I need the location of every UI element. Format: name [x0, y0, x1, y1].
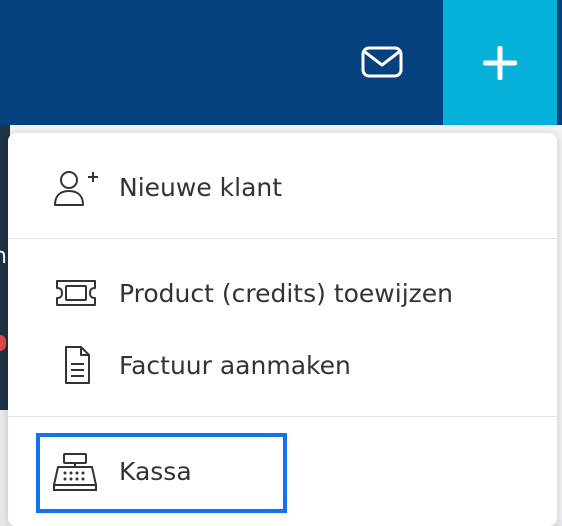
menu-item-label: Product (credits) toewijzen: [119, 279, 453, 308]
ticket-icon: [52, 273, 100, 313]
header-edge: [557, 0, 562, 125]
menu-item-cash-register[interactable]: Kassa: [8, 439, 557, 505]
menu-divider: [8, 238, 557, 239]
menu-item-create-invoice[interactable]: Factuur aanmaken: [8, 333, 557, 399]
add-new-button[interactable]: [443, 0, 557, 125]
menu-item-label: Factuur aanmaken: [119, 351, 351, 380]
messages-button[interactable]: [356, 40, 408, 84]
menu-item-new-client[interactable]: Nieuwe klant: [8, 155, 557, 221]
menu-item-label: Kassa: [119, 457, 192, 486]
add-new-dropdown-menu: Nieuwe klant Product (credits) toewijzen: [8, 133, 557, 526]
add-user-icon: [52, 168, 100, 208]
background-partial-text: n: [0, 244, 7, 269]
plus-icon: [483, 45, 517, 80]
menu-item-assign-product[interactable]: Product (credits) toewijzen: [8, 261, 557, 327]
mail-icon: [361, 46, 403, 78]
menu-divider: [8, 416, 557, 417]
app-screen: n Nieuwe klant: [0, 0, 562, 526]
document-icon: [52, 345, 100, 385]
menu-item-label: Nieuwe klant: [119, 173, 283, 202]
cash-register-icon: [52, 452, 100, 492]
